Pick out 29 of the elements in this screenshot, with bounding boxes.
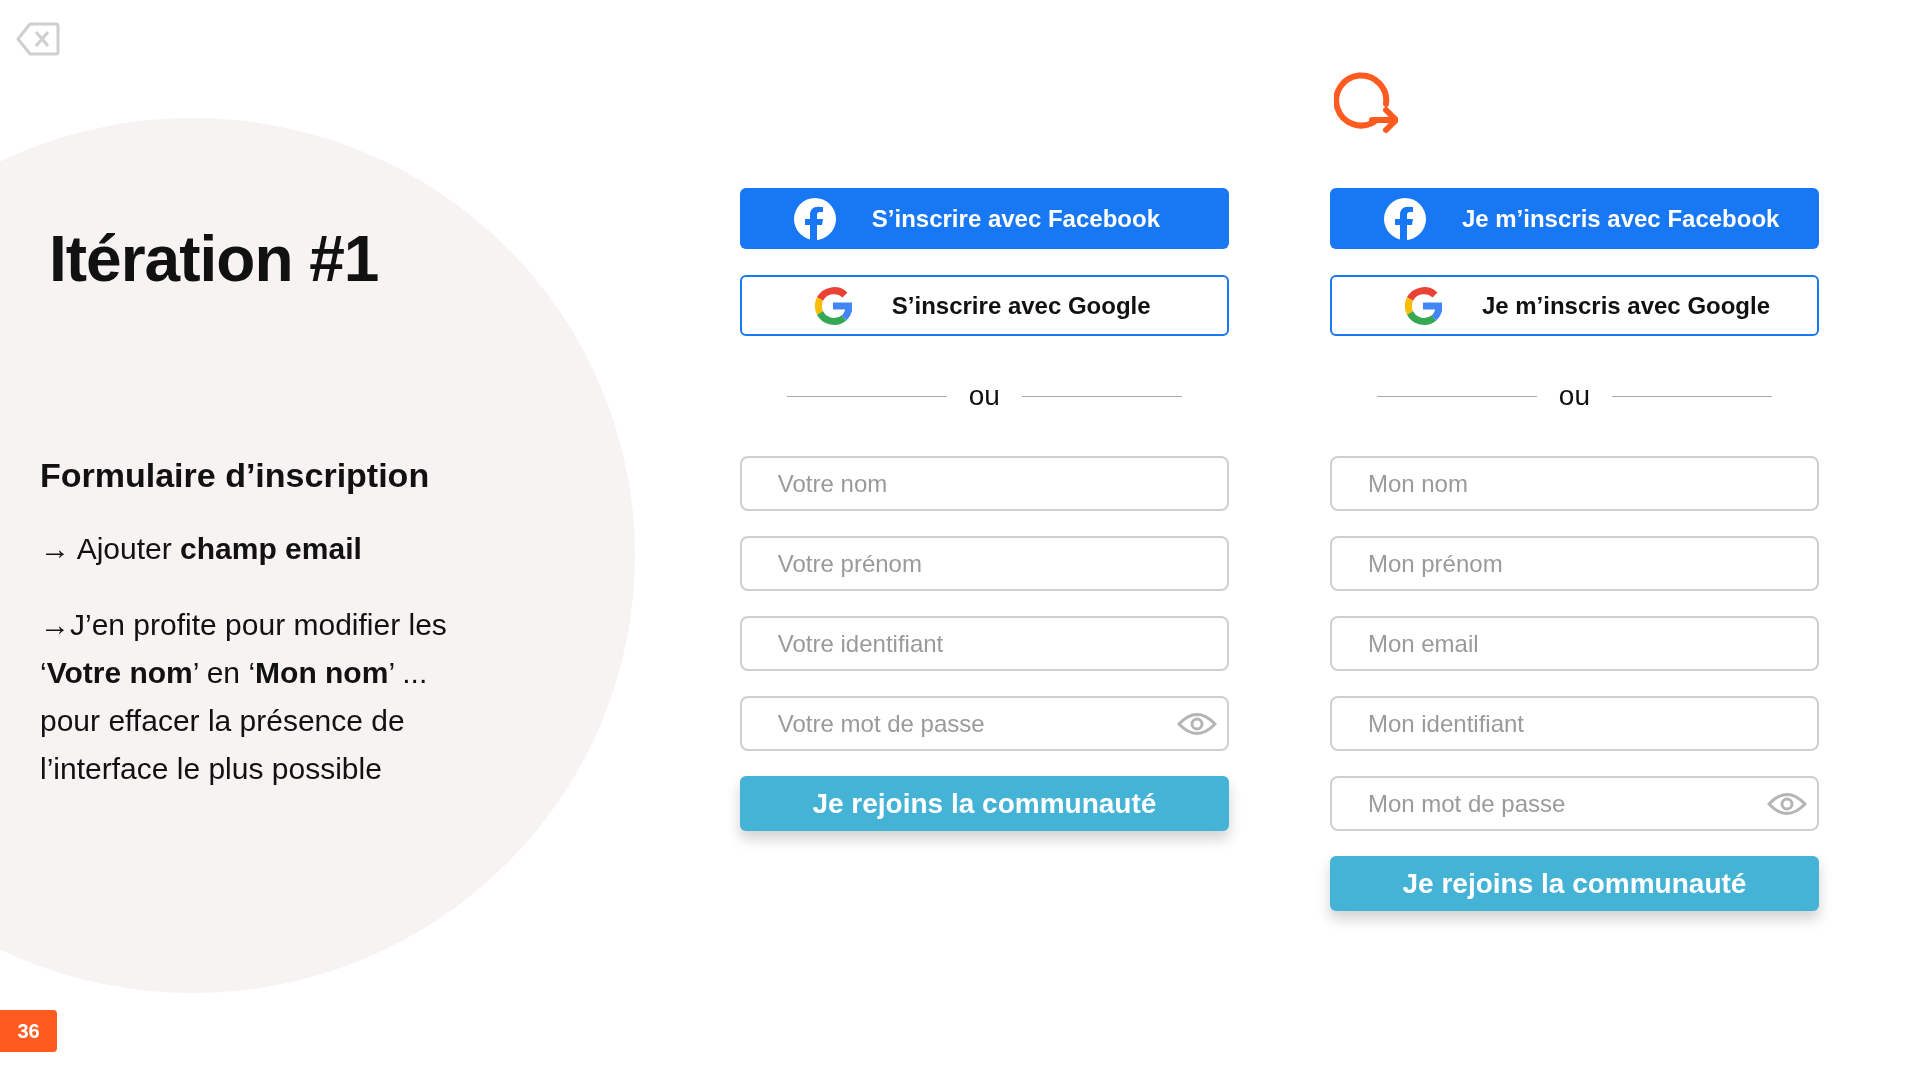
separator-text: ou	[1558, 380, 1590, 412]
facebook-signup-button[interactable]: Je m’inscris avec Facebook	[1329, 188, 1819, 249]
text-field[interactable]: Mon email	[1329, 616, 1819, 671]
separator-text: ou	[968, 380, 1000, 412]
backspace-icon	[16, 21, 60, 57]
text-field[interactable]: Votre nom	[739, 456, 1229, 511]
text-field[interactable]: Votre identifiant	[739, 616, 1229, 671]
page-number: 36	[0, 1010, 57, 1052]
bullet-text: →J’en profite pour modifier les ‘Votre nom’ en ‘Mon nom’ ... pour effacer la présence de l’interface le plus possible	[40, 607, 448, 787]
password-field[interactable]: Mon mot de passe	[1329, 776, 1819, 831]
facebook-logo-icon	[1383, 197, 1426, 240]
facebook-signup-button[interactable]: S’inscrire avec Facebook	[739, 188, 1229, 249]
text-field[interactable]: Mon identifiant	[1329, 696, 1819, 751]
google-signup-button[interactable]: S’inscrire avec Google	[739, 275, 1229, 336]
submit-button[interactable]: Je rejoins la communauté	[739, 776, 1229, 831]
text-field[interactable]: Mon prénom	[1329, 536, 1819, 591]
bullet-text: → Ajouter champ email	[40, 531, 363, 567]
submit-button[interactable]: Je rejoins la communauté	[1329, 856, 1819, 911]
text-field[interactable]: Votre prénom	[739, 536, 1229, 591]
text-field[interactable]: Mon nom	[1329, 456, 1819, 511]
google-signup-button[interactable]: Je m’inscris avec Google	[1329, 275, 1819, 336]
eye-icon[interactable]	[1767, 791, 1807, 817]
eye-icon[interactable]	[1176, 711, 1217, 737]
facebook-logo-icon	[793, 197, 836, 240]
password-field[interactable]: Votre mot de passe	[739, 696, 1229, 751]
google-logo-icon	[813, 286, 852, 325]
section-heading: Formulaire d’inscription	[40, 456, 431, 495]
google-logo-icon	[1403, 286, 1442, 325]
slide-title: Itération #1	[49, 222, 380, 296]
